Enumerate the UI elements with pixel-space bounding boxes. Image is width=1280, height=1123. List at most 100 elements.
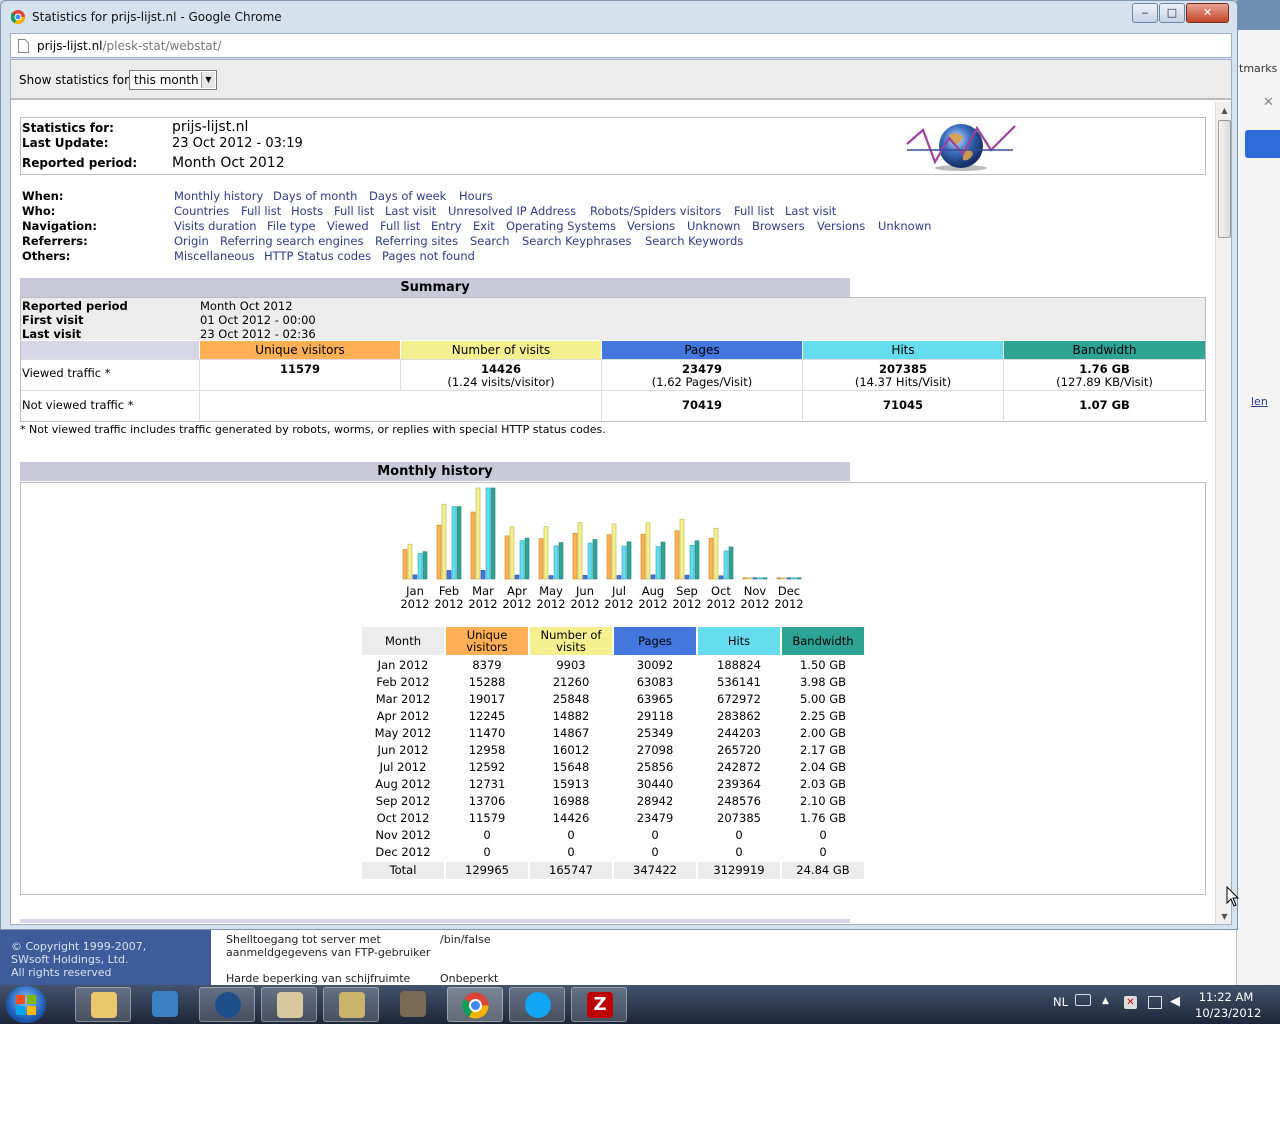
table-cell: 15913 (552, 777, 590, 791)
table-cell: 672972 (717, 692, 761, 706)
remote-desktop-icon (339, 992, 365, 1018)
taskbar-explorer[interactable] (75, 987, 131, 1022)
background-link[interactable]: len (1251, 395, 1268, 408)
nav-navigation-label: Navigation: (22, 219, 97, 233)
nav-link-operating-systems[interactable]: Operating Systems (506, 219, 616, 233)
nav-link-origin[interactable]: Origin (174, 234, 209, 248)
nav-link-search[interactable]: Search (470, 234, 510, 248)
reported-period-label: Reported period: (22, 156, 138, 170)
nav-link-full-list[interactable]: Full list (734, 204, 774, 218)
nav-link-search-keywords[interactable]: Search Keywords (645, 234, 743, 248)
title-bar[interactable]: Statistics for prijs-lijst.nl - Google C… (1, 1, 1237, 31)
background-tab-strip (1237, 0, 1280, 30)
start-button[interactable] (6, 986, 46, 1023)
vertical-scrollbar[interactable]: ▲ ▼ (1215, 102, 1231, 924)
network-icon[interactable] (1148, 996, 1162, 1009)
address-bar[interactable]: prijs-lijst.nl/plesk-stat/webstat/ (10, 33, 1232, 58)
x-tick-month: Sep (676, 584, 698, 598)
nav-link-exit[interactable]: Exit (473, 219, 495, 233)
maximize-button[interactable]: □ (1159, 3, 1185, 23)
chrome-popup-window[interactable]: Statistics for prijs-lijst.nl - Google C… (0, 0, 1238, 930)
nav-link-unresolved-ip[interactable]: Unresolved IP Address (448, 204, 576, 218)
taskbar-filezilla[interactable]: Z (571, 987, 627, 1022)
nav-link-countries[interactable]: Countries (174, 204, 229, 218)
minimize-button[interactable]: ‒ (1132, 3, 1158, 23)
x-tick-year: 2012 (570, 597, 599, 611)
month-cell: Nov 2012 (375, 828, 431, 842)
keyboard-icon[interactable] (1075, 994, 1091, 1006)
taskbar-remote[interactable] (323, 987, 379, 1022)
nav-link-viewed[interactable]: Viewed (327, 219, 369, 233)
nav-link-entry[interactable]: Entry (431, 219, 462, 233)
taskbar-media[interactable] (137, 987, 193, 1022)
clock[interactable]: 11:22 AM 10/23/2012 (1195, 989, 1261, 1021)
bar-visits-aug (645, 522, 651, 580)
nav-link-browsers[interactable]: Browsers (752, 219, 805, 233)
volume-icon[interactable]: ◀ (1170, 994, 1180, 1009)
col-pages: Pages (614, 627, 696, 655)
nav-link-hosts[interactable]: Hosts (291, 204, 323, 218)
taskbar-app[interactable] (199, 987, 255, 1022)
nav-link-full-list[interactable]: Full list (380, 219, 420, 233)
next-section-header (20, 919, 850, 923)
monthly-history-box: Jan 2012 Feb 2012 Mar 2012 Apr 2012 May 2012 Jun 20… (20, 482, 1206, 895)
close-button[interactable]: ✕ (1186, 3, 1229, 23)
table-cell: 1.50 GB (799, 658, 847, 672)
nav-link-last-visit[interactable]: Last visit (385, 204, 436, 218)
nav-link-days-of-month[interactable]: Days of month (273, 189, 357, 203)
bar-hits-apr (519, 540, 525, 580)
nav-link-last-visit[interactable]: Last visit (785, 204, 836, 218)
period-select[interactable]: this month ▼ (129, 70, 217, 90)
month-cell: May 2012 (374, 726, 432, 740)
nav-link-versions[interactable]: Versions (627, 219, 675, 233)
bar-unique-may (538, 538, 544, 580)
action-center-icon[interactable]: ✕ (1124, 996, 1137, 1009)
nav-link-pages-not-found[interactable]: Pages not found (382, 249, 475, 263)
taskbar-chrome[interactable] (447, 987, 503, 1022)
nav-link-referring-search-engines[interactable]: Referring search engines (220, 234, 363, 248)
taskbar-skype[interactable] (509, 987, 565, 1022)
bar-pages-mar (480, 570, 486, 580)
nav-link-days-of-week[interactable]: Days of week (369, 189, 446, 203)
url-path: /plesk-stat/webstat/ (102, 39, 222, 53)
bar-bandwidth_gb-jul (626, 541, 632, 580)
nav-link-http-status[interactable]: HTTP Status codes (264, 249, 371, 263)
setting-label: aanmeldgegevens van FTP-gebruiker (226, 946, 431, 959)
col-unique-visitors: Unique visitors (446, 627, 528, 655)
setting-value: Onbeperkt (440, 972, 499, 985)
nav-link-search-keyphrases[interactable]: Search Keyphrases (522, 234, 631, 248)
background-button[interactable] (1245, 130, 1280, 158)
scrollbar-thumb[interactable] (1218, 120, 1231, 238)
nav-link-visits-duration[interactable]: Visits duration (174, 219, 257, 233)
viewed-bandwidth-sub: (127.89 KB/Visit) (1056, 375, 1153, 389)
chevron-down-icon[interactable]: ▼ (201, 72, 215, 88)
bar-pages-feb (446, 570, 452, 580)
nav-link-referring-sites[interactable]: Referring sites (375, 234, 458, 248)
table-cell: 2.17 GB (799, 743, 847, 757)
nav-link-unknown[interactable]: Unknown (687, 219, 740, 233)
nav-link-monthly-history[interactable]: Monthly history (174, 189, 263, 203)
bar-hits-feb (451, 506, 457, 580)
table-cell: 30092 (636, 658, 674, 672)
close-icon[interactable]: ✕ (1263, 95, 1274, 110)
bar-visits-mar (475, 487, 481, 580)
nav-link-robots[interactable]: Robots/Spiders visitors (590, 204, 721, 218)
nav-link-file-type[interactable]: File type (267, 219, 316, 233)
show-hidden-icons-icon[interactable]: ▲ (1102, 996, 1109, 1006)
scroll-down-icon[interactable]: ▼ (1218, 910, 1231, 923)
table-cell: 248576 (717, 794, 761, 808)
nav-link-versions[interactable]: Versions (817, 219, 865, 233)
language-indicator[interactable]: NL (1053, 995, 1068, 1009)
background-browser-window[interactable]: tmarks len ✕ (1236, 0, 1280, 985)
url-text[interactable]: prijs-lijst.nl/plesk-stat/webstat/ (37, 39, 221, 53)
nav-who-label: Who: (22, 204, 56, 218)
nav-link-full-list[interactable]: Full list (241, 204, 281, 218)
taskbar-gimp[interactable] (385, 987, 441, 1022)
nav-link-miscellaneous[interactable]: Miscellaneous (174, 249, 255, 263)
nav-link-full-list[interactable]: Full list (334, 204, 374, 218)
nav-link-unknown[interactable]: Unknown (878, 219, 931, 233)
nav-link-hours[interactable]: Hours (459, 189, 493, 203)
scroll-up-icon[interactable]: ▲ (1218, 104, 1231, 117)
taskbar-paint[interactable] (261, 987, 317, 1022)
x-tick-month: Jun (575, 584, 594, 598)
